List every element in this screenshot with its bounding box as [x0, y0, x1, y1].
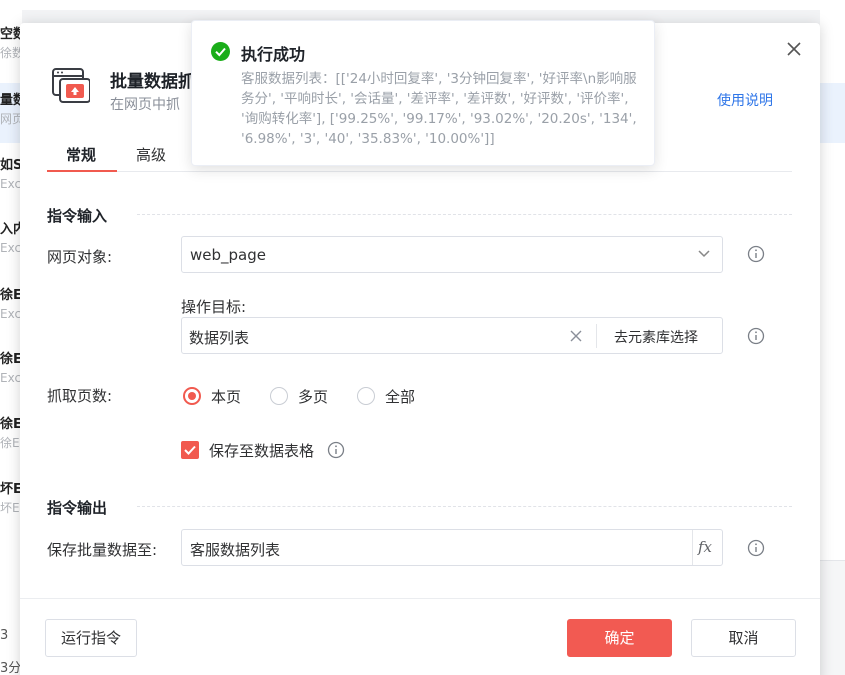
check-icon — [184, 445, 196, 455]
bottom-fragment-text: 3 — [0, 628, 9, 643]
background-right-bottom — [820, 560, 845, 675]
web-object-select[interactable]: web_page — [181, 236, 723, 273]
tab-general[interactable]: 常规 — [66, 144, 96, 165]
close-icon — [787, 42, 801, 56]
toast-title: 执行成功 — [241, 45, 306, 64]
background-bottom-fragment: 3 3分 — [0, 625, 22, 675]
success-check-icon — [211, 42, 230, 61]
input-divider — [596, 324, 597, 348]
radio-dot — [357, 387, 375, 405]
radio-label: 全部 — [385, 388, 416, 406]
active-tab-indicator — [47, 170, 117, 172]
target-value: 数据列表 — [189, 329, 250, 347]
save-to-label: 保存批量数据至: — [47, 541, 158, 559]
pages-label: 抓取页数: — [47, 387, 113, 405]
web-object-value: web_page — [190, 246, 266, 264]
input-divider — [692, 530, 693, 565]
bottom-fragment-text: 3分 — [0, 661, 22, 675]
dialog-title: 批量数据抓 — [110, 72, 195, 92]
success-toast: 执行成功 客服数据列表：[['24小时回复率', '3分钟回复率', '好评率\… — [191, 20, 655, 166]
fx-icon[interactable]: fx — [698, 538, 712, 556]
info-icon[interactable] — [327, 441, 345, 459]
info-icon[interactable] — [747, 539, 765, 557]
run-command-button[interactable]: 运行指令 — [45, 619, 137, 657]
dialog-description: 在网页中抓 — [110, 97, 180, 113]
list-item: 徐Ex徐Ex — [0, 417, 22, 450]
element-library-button[interactable]: 去元素库选择 — [614, 327, 698, 347]
list-item: 徐ExExce — [0, 288, 22, 321]
section-title-input: 指令输入 — [47, 207, 108, 225]
confirm-button[interactable]: 确定 — [567, 619, 672, 657]
list-item: 空数 徐数 — [0, 27, 22, 60]
web-object-label: 网页对象: — [47, 248, 113, 266]
radio-dot — [183, 387, 201, 405]
radio-label: 本页 — [211, 388, 242, 406]
info-icon[interactable] — [747, 327, 765, 345]
save-to-input[interactable]: 客服数据列表 fx — [181, 529, 723, 566]
section-title-output: 指令输出 — [47, 499, 108, 517]
background-right-selected — [820, 83, 845, 143]
cancel-button[interactable]: 取消 — [691, 619, 796, 657]
list-item: 入内Exce — [0, 222, 22, 255]
target-label: 操作目标: — [181, 298, 247, 316]
list-item: 徐ExExce — [0, 352, 22, 385]
list-item: 量数 网页 — [0, 93, 22, 126]
clear-icon[interactable] — [569, 329, 583, 343]
help-link[interactable]: 使用说明 — [717, 90, 773, 110]
section-divider — [137, 506, 792, 507]
tab-advanced[interactable]: 高级 — [136, 144, 166, 165]
save-to-value: 客服数据列表 — [190, 541, 281, 559]
footer-divider — [20, 598, 820, 599]
radio-label: 多页 — [298, 388, 329, 406]
save-table-checkbox[interactable] — [181, 441, 199, 459]
batch-data-icon — [52, 67, 91, 103]
target-input[interactable]: 数据列表 去元素库选择 — [181, 317, 723, 354]
chevron-down-icon — [698, 250, 710, 258]
section-divider — [137, 214, 792, 215]
radio-dot — [270, 387, 288, 405]
save-table-label: 保存至数据表格 — [209, 442, 315, 460]
background-top-strip — [0, 0, 845, 10]
list-item: 如SIExce — [0, 158, 22, 191]
close-button[interactable] — [783, 38, 805, 60]
list-item: 坏Ex坏Ex — [0, 482, 22, 515]
toast-message: 客服数据列表：[['24小时回复率', '3分钟回复率', '好评率\n影响服务… — [241, 71, 637, 147]
info-icon[interactable] — [747, 245, 765, 263]
